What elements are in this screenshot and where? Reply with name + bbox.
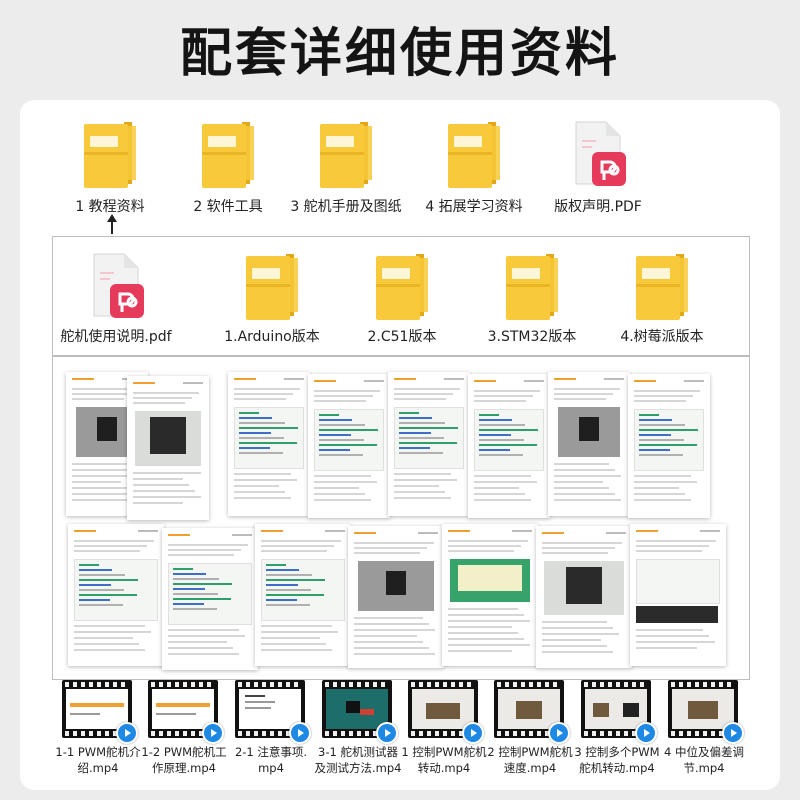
video-item-6[interactable]: 2 控制PWM舵机 速度.mp4 <box>487 680 573 775</box>
folder-item-2[interactable]: 2 软件工具 <box>168 118 288 216</box>
video-label-line1: 3 控制多个PWM <box>574 745 660 759</box>
video-label-line2: 节.mp4 <box>683 761 725 775</box>
folder-icon <box>212 250 332 322</box>
play-icon <box>376 722 398 744</box>
video-thumbnail <box>148 680 224 744</box>
document-page-thumbnail <box>348 526 444 668</box>
play-icon <box>722 722 744 744</box>
subfolder-item-1[interactable]: 舵机使用说明.pdf <box>56 250 176 346</box>
up-arrow-icon <box>107 214 117 234</box>
video-item-2[interactable]: 1-2 PWM舵机工 作原理.mp4 <box>141 680 227 775</box>
video-label-line2: mp4 <box>258 761 284 775</box>
video-label-line1: 1-2 PWM舵机工 <box>141 745 227 759</box>
video-thumbnail <box>235 680 311 744</box>
pdf-icon <box>56 250 176 322</box>
folder-icon <box>50 118 170 190</box>
item-label: 舵机使用说明.pdf <box>60 329 172 345</box>
video-item-5[interactable]: 1 控制PWM舵机 转动.mp4 <box>401 680 487 775</box>
video-label-line2: 绍.mp4 <box>77 761 119 775</box>
document-page-thumbnail <box>388 372 470 516</box>
video-label-line1: 1-1 PWM舵机介 <box>55 745 141 759</box>
subfolder-item-2[interactable]: 1.Arduino版本 <box>212 250 332 346</box>
document-page-thumbnail <box>68 524 164 666</box>
video-label-line1: 1 控制PWM舵机 <box>401 745 487 759</box>
folder-item-3[interactable]: 3 舵机手册及图纸 <box>286 118 406 216</box>
video-thumbnail <box>581 680 657 744</box>
video-thumbnail <box>408 680 484 744</box>
item-label: 4.树莓派版本 <box>620 329 704 345</box>
video-label-line2: 转动.mp4 <box>417 761 471 775</box>
item-label: 3.STM32版本 <box>487 329 577 345</box>
play-icon <box>116 722 138 744</box>
video-thumbnail <box>62 680 138 744</box>
document-page-thumbnail <box>548 372 630 516</box>
subfolder-item-3[interactable]: 2.C51版本 <box>342 250 462 346</box>
document-page-thumbnail <box>228 372 310 516</box>
video-label: 3-1 舵机测试器 及测试方法.mp4 <box>308 744 408 776</box>
pdf-icon <box>538 118 658 190</box>
document-page-thumbnail <box>630 524 726 666</box>
item-label: 4 拓展学习资料 <box>425 199 523 215</box>
video-thumbnail <box>668 680 744 744</box>
folder-item-5[interactable]: 版权声明.PDF <box>538 118 658 216</box>
video-thumbnail <box>494 680 570 744</box>
document-page-thumbnail <box>308 374 390 518</box>
video-label-line2: 速度.mp4 <box>503 761 557 775</box>
video-label-line2: 舵机转动.mp4 <box>579 761 655 775</box>
video-label: 1 控制PWM舵机 转动.mp4 <box>394 744 494 776</box>
document-page-thumbnail <box>536 526 632 668</box>
video-item-3[interactable]: 2-1 注意事项. mp4 <box>235 680 311 775</box>
video-label-line1: 3-1 舵机测试器 <box>318 745 398 759</box>
video-label: 2 控制PWM舵机 速度.mp4 <box>480 744 580 776</box>
item-label: 版权声明.PDF <box>554 199 642 215</box>
video-label-line2: 作原理.mp4 <box>152 761 216 775</box>
document-page-thumbnail <box>442 524 538 666</box>
folder-item-4[interactable]: 4 拓展学习资料 <box>414 118 534 216</box>
item-label: 2.C51版本 <box>367 329 437 345</box>
folder-icon <box>286 118 406 190</box>
play-icon <box>202 722 224 744</box>
item-label: 3 舵机手册及图纸 <box>290 199 402 215</box>
video-label-line1: 2-1 注意事项. <box>234 745 308 759</box>
document-page-thumbnail <box>127 376 209 520</box>
video-label-line1: 4 中位及偏差调 <box>664 745 744 759</box>
folder-icon <box>472 250 592 322</box>
document-page-thumbnail <box>255 524 351 666</box>
subfolder-item-5[interactable]: 4.树莓派版本 <box>602 250 722 346</box>
video-item-4[interactable]: 3-1 舵机测试器 及测试方法.mp4 <box>315 680 401 775</box>
video-item-8[interactable]: 4 中位及偏差调 节.mp4 <box>664 680 744 775</box>
video-label: 1-2 PWM舵机工 作原理.mp4 <box>134 744 234 776</box>
item-label: 1 教程资料 <box>75 199 145 215</box>
video-label-line1: 2 控制PWM舵机 <box>487 745 573 759</box>
video-item-1[interactable]: 1-1 PWM舵机介 绍.mp4 <box>55 680 141 775</box>
play-icon <box>635 722 657 744</box>
video-label: 1-1 PWM舵机介 绍.mp4 <box>48 744 148 776</box>
folder-icon <box>602 250 722 322</box>
folder-icon <box>168 118 288 190</box>
page-title: 配套详细使用资料 <box>179 24 620 84</box>
video-label: 4 中位及偏差调 节.mp4 <box>654 744 754 776</box>
item-label: 1.Arduino版本 <box>224 329 320 345</box>
play-icon <box>289 722 311 744</box>
video-label: 3 控制多个PWM 舵机转动.mp4 <box>567 744 667 776</box>
folder-icon <box>414 118 534 190</box>
document-page-thumbnail <box>628 374 710 518</box>
folder-icon <box>342 250 462 322</box>
document-page-thumbnail <box>468 374 550 518</box>
video-thumbnail <box>322 680 398 744</box>
subfolder-item-4[interactable]: 3.STM32版本 <box>472 250 592 346</box>
document-page-thumbnail <box>162 528 258 670</box>
folder-item-1[interactable]: 1 教程资料 <box>50 118 170 216</box>
item-label: 2 软件工具 <box>193 199 263 215</box>
video-item-7[interactable]: 3 控制多个PWM 舵机转动.mp4 <box>574 680 660 775</box>
play-icon <box>462 722 484 744</box>
video-label-line2: 及测试方法.mp4 <box>314 761 402 775</box>
play-icon <box>548 722 570 744</box>
video-label: 2-1 注意事项. mp4 <box>221 744 321 776</box>
